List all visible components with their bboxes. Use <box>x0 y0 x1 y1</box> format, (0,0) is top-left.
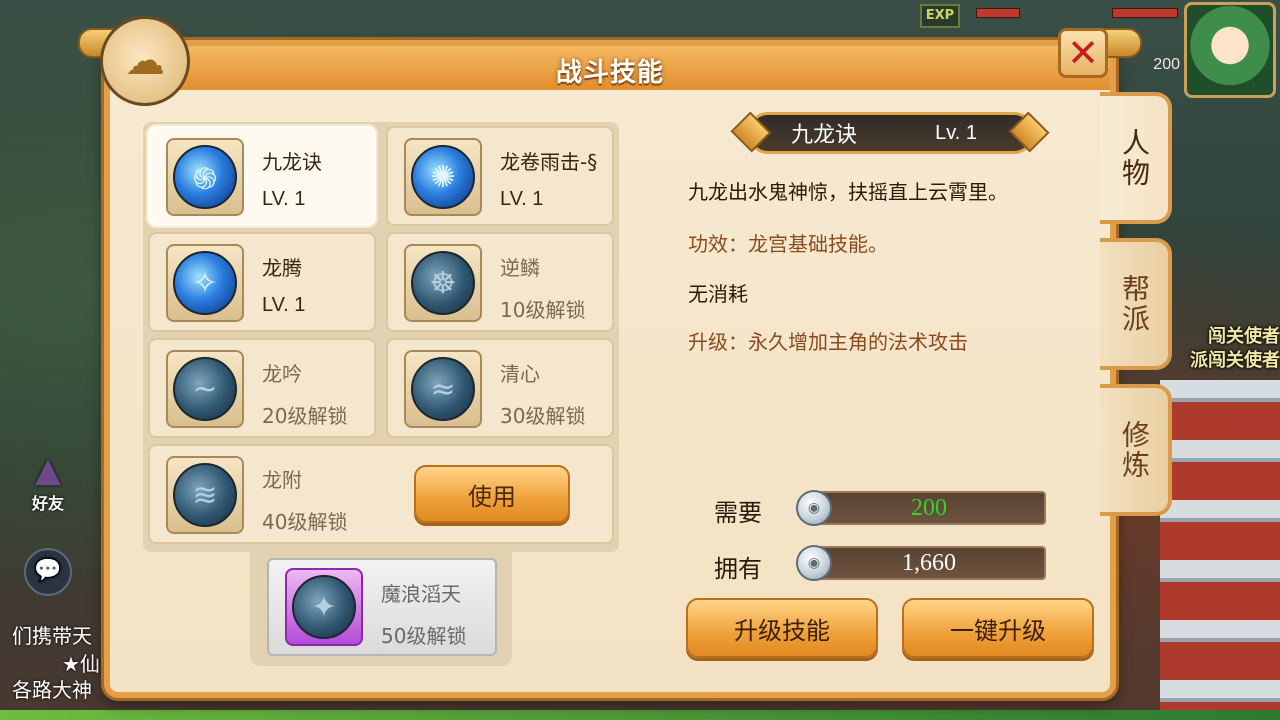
dragon-swirl-icon: ֍ <box>173 145 237 209</box>
skill-description: 九龙出水鬼神惊，扶摇直上云霄里。 <box>688 180 1008 204</box>
tab-character-label: 人物 <box>1118 128 1151 188</box>
health-bar <box>976 8 1020 18</box>
dragon-roar-icon: ~ <box>173 357 237 421</box>
currency-readout: 200 <box>1153 56 1180 73</box>
skill-icon-frame: ✦ <box>285 568 363 646</box>
chat-button[interactable]: 💬 <box>12 548 84 596</box>
skill-card-longyin[interactable]: ~ 龙吟 20级解锁 <box>148 338 376 438</box>
skill-card-longjuan[interactable]: ✺ 龙卷雨击-§ LV. 1 <box>386 126 614 226</box>
player-avatar[interactable] <box>1184 2 1276 98</box>
skill-icon-frame: ✧ <box>166 244 244 322</box>
skill-level: LV. 1 <box>500 188 544 210</box>
skill-name: 龙吟 <box>262 362 302 386</box>
tab-character[interactable]: 人物 <box>1100 92 1172 224</box>
tab-guild-label: 帮派 <box>1118 274 1151 334</box>
wizard-hat-icon: ▲ <box>34 450 62 490</box>
friends-label: 好友 <box>31 494 64 513</box>
need-label: 需要 <box>714 499 762 527</box>
skill-cost: 无消耗 <box>688 282 748 306</box>
building-roof-background <box>1160 380 1280 720</box>
skill-effect: 功效：龙宫基础技能。 <box>688 232 888 256</box>
skill-card-longteng[interactable]: ✧ 龙腾 LV. 1 <box>148 232 376 332</box>
skill-name: 魔浪滔天 <box>381 582 461 606</box>
panel-title: 战斗技能 <box>555 58 664 88</box>
mana-bar <box>1112 8 1178 18</box>
skill-card-molangtaotian[interactable]: ✦ 魔浪滔天 50级解锁 <box>267 558 497 656</box>
exp-label: EXP <box>920 4 960 28</box>
friends-button[interactable]: ▲ 好友 <box>12 450 84 514</box>
skill-unlock-level: 10级解锁 <box>500 298 586 322</box>
demon-wave-icon: ✦ <box>292 575 356 639</box>
npc-label[interactable]: 闯关使者 <box>1208 322 1280 348</box>
tidal-wave-icon: ≋ <box>173 463 237 527</box>
skill-level: LV. 1 <box>262 294 306 316</box>
skill-name: 清心 <box>500 362 540 386</box>
close-button[interactable]: ✕ <box>1058 28 1108 78</box>
water-dragon-icon: ✧ <box>173 251 237 315</box>
upgrade-skill-button[interactable]: 升级技能 <box>686 598 878 658</box>
skill-icon-frame: ✺ <box>404 138 482 216</box>
skill-upgrade-info: 升级：永久增加主角的法术攻击 <box>688 330 968 354</box>
skill-unlock-level: 30级解锁 <box>500 404 586 428</box>
one-key-upgrade-button[interactable]: 一键升级 <box>902 598 1094 658</box>
own-value: 1,660 <box>902 549 956 576</box>
npc-label-2[interactable]: 派闯关使者 <box>1190 346 1280 372</box>
panel-header: 战斗技能 <box>110 46 1110 90</box>
skill-unlock-level: 20级解锁 <box>262 404 348 428</box>
chat-message-2: ★仙 <box>62 652 100 676</box>
chat-message-1: 们携带天 <box>12 624 92 648</box>
experience-bar <box>0 710 1280 720</box>
cloud-emblem-icon: ☁ <box>100 16 190 106</box>
skill-unlock-level: 50级解锁 <box>381 624 467 648</box>
chat-bubble-icon: 💬 <box>24 548 72 596</box>
skill-name: 龙卷雨击-§ <box>500 150 598 174</box>
skill-icon-frame: ~ <box>166 350 244 428</box>
skill-icon-frame: ≈ <box>404 350 482 428</box>
tab-cultivation-label: 修炼 <box>1118 420 1151 480</box>
dragon-face-icon: ☸ <box>411 251 475 315</box>
skill-card-nilin[interactable]: ☸ 逆鳞 10级解锁 <box>386 232 614 332</box>
skill-card-jiulongjue[interactable]: ֍ 九龙诀 LV. 1 <box>148 126 376 226</box>
need-value: 200 <box>911 494 947 521</box>
skill-name: 逆鳞 <box>500 256 540 280</box>
skill-name: 龙腾 <box>262 256 302 280</box>
skill-unlock-level: 40级解锁 <box>262 510 348 534</box>
skill-card-qingxin[interactable]: ≈ 清心 30级解锁 <box>386 338 614 438</box>
skill-name: 龙附 <box>262 468 302 492</box>
own-label: 拥有 <box>714 555 762 583</box>
tab-cultivation[interactable]: 修炼 <box>1100 384 1172 516</box>
silver-coin-icon: ◉ <box>796 545 832 581</box>
skill-icon-frame: ֍ <box>166 138 244 216</box>
skill-icon-frame: ☸ <box>404 244 482 322</box>
selected-skill-name: 九龙诀 <box>791 123 858 148</box>
lightning-storm-icon: ✺ <box>411 145 475 209</box>
chat-message-3: 各路大神 <box>12 678 92 702</box>
selected-skill-level: Lv. 1 <box>935 121 977 144</box>
skill-level: LV. 1 <box>262 188 306 210</box>
use-button[interactable]: 使用 <box>414 465 570 523</box>
need-value-bar: 200 <box>812 491 1046 525</box>
tab-guild[interactable]: 帮派 <box>1100 238 1172 370</box>
own-value-bar: 1,660 <box>812 546 1046 580</box>
silver-coin-icon: ◉ <box>796 490 832 526</box>
skill-icon-frame: ≋ <box>166 456 244 534</box>
skill-name: 九龙诀 <box>262 150 322 174</box>
skill-name-plate: 九龙诀 Lv. 1 <box>748 112 1034 154</box>
water-wave-icon: ≈ <box>411 357 475 421</box>
